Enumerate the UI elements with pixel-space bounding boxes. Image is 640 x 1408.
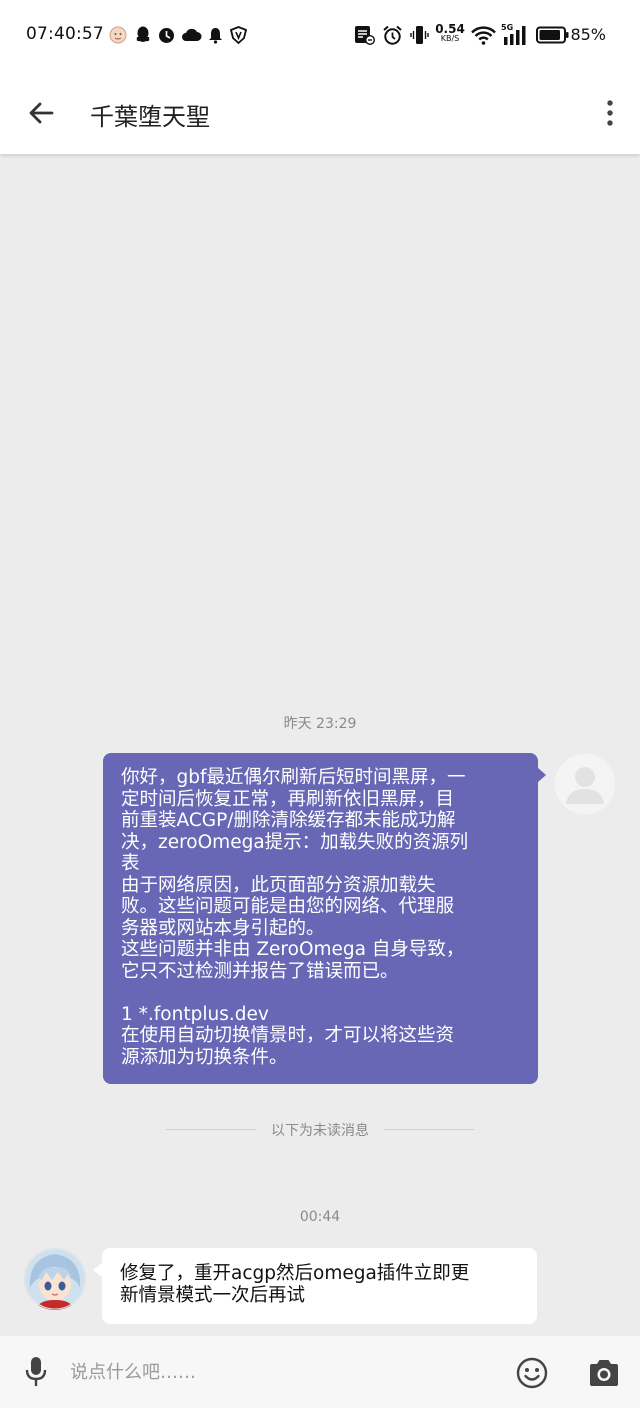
message-line: 定时间后恢复正常，再刷新依旧黑屏，目 (121, 788, 455, 810)
signal-badge: 5G (501, 23, 514, 32)
message-line: 新情景模式一次后再试 (120, 1284, 306, 1306)
unread-label: 以下为未读消息 (271, 1123, 369, 1139)
camera-icon (590, 1360, 618, 1386)
message-line (121, 982, 520, 1004)
message-timestamp: 00:44 (299, 1209, 341, 1225)
message-timestamp: 昨天 23:29 (283, 716, 357, 732)
divider-line (384, 1129, 474, 1130)
sent-message-bubble[interactable]: 你好，gbf最近偶尔刷新后短时间黑屏，一 定时间后恢复正常，再刷新依旧黑屏，目 … (103, 753, 538, 1084)
message-line: 这些问题并非由 ZeroOmega 自身导致， (121, 939, 465, 960)
avatar-notification-icon (108, 24, 128, 46)
bubble-tail (537, 767, 546, 783)
cloud-icon (180, 24, 202, 46)
anime-avatar-icon (24, 1248, 86, 1310)
message-line: 在使用自动切换情景时，才可以将这些资 (121, 1025, 455, 1046)
message-line: 你好，gbf最近偶尔刷新后短时间黑屏，一 (121, 767, 466, 788)
message-line: 决，zeroOmega提示：加载失败的资源列 (121, 831, 469, 853)
app-bar: 千葉堕天聖 (0, 70, 640, 154)
message-line: 由于网络原因，此页面部分资源加载失 (121, 874, 436, 896)
message-line: 修复了，重开acgp然后omega插件立即更 (120, 1263, 470, 1284)
message-line: 1 *.fontplus.dev (121, 1003, 269, 1025)
vibrate-icon (409, 24, 429, 46)
message-line: 务器或网站本身引起的。 (121, 917, 325, 939)
chat-title: 千葉堕天聖 (90, 103, 210, 131)
vpn-shield-icon (229, 24, 247, 46)
nfc-icon (353, 24, 375, 46)
battery-percent: 85% (570, 25, 606, 44)
status-time: 07:40:57 (26, 24, 104, 44)
voice-input-button[interactable] (18, 1353, 54, 1391)
message-line: 它只不过检测并报告了错误而已。 (121, 960, 399, 982)
cellular-signal-icon: 5G (501, 23, 529, 46)
back-button[interactable] (18, 90, 64, 136)
camera-button[interactable] (585, 1355, 623, 1391)
chat-screen: 07:40:57 0.54 KB/S 5G 85% 千葉堕天聖 昨天 23:29… (0, 0, 640, 1408)
bell-icon (207, 24, 223, 46)
message-line: 源添加为切换条件。 (121, 1046, 288, 1068)
network-speed: 0.54 KB/S (434, 23, 466, 43)
message-line: 败。这些问题可能是由您的网络、代理服 (121, 896, 455, 917)
message-line: 表 (121, 853, 140, 874)
unread-divider: 以下为未读消息 (0, 1120, 640, 1140)
status-bar: 07:40:57 0.54 KB/S 5G 85% (0, 0, 640, 70)
emoji-button[interactable] (514, 1355, 550, 1391)
battery-icon (536, 24, 570, 46)
back-arrow-icon (29, 102, 54, 124)
emoji-icon (516, 1357, 548, 1389)
wifi-icon (470, 24, 496, 46)
qq-icon (134, 24, 152, 46)
default-user-icon (555, 754, 615, 814)
alarm-icon (381, 24, 403, 46)
avatar[interactable] (555, 754, 615, 814)
message-line: 前重装ACGP/删除清除缓存都未能成功解 (121, 810, 456, 831)
input-bar (0, 1336, 640, 1408)
more-vert-icon (607, 100, 613, 126)
avatar[interactable] (24, 1248, 86, 1310)
clock-notification-icon (157, 24, 175, 46)
message-input[interactable] (70, 1356, 490, 1388)
microphone-icon (25, 1357, 47, 1386)
more-options-button[interactable] (596, 90, 624, 136)
received-message-bubble[interactable]: 修复了，重开acgp然后omega插件立即更 新情景模式一次后再试 (102, 1248, 537, 1324)
